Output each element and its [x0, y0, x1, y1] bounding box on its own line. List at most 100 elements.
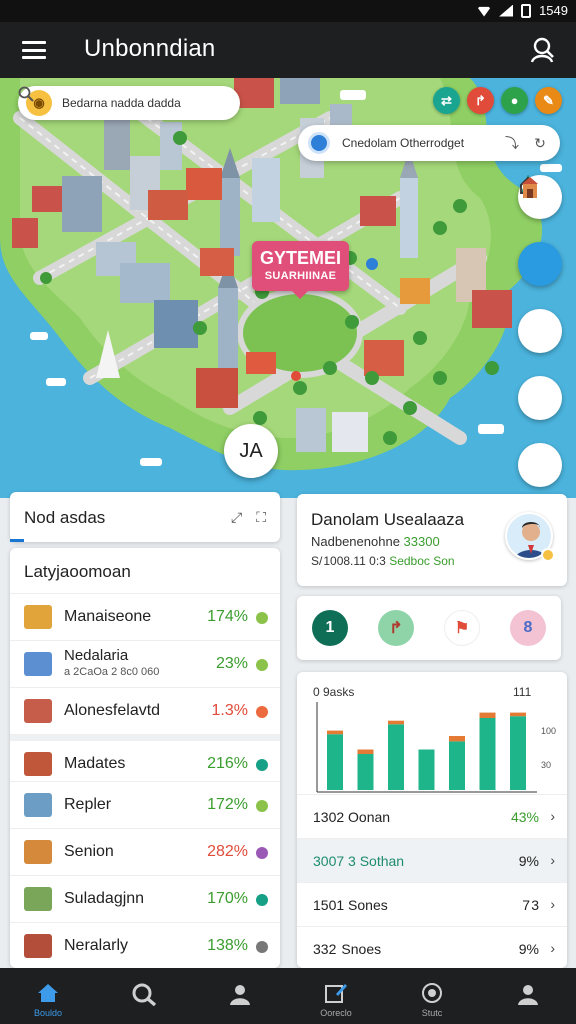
- fullscreen-icon[interactable]: ⛶: [256, 509, 266, 526]
- detail-line-3-value: Sedboc Son: [389, 554, 455, 568]
- map-view[interactable]: ◉ Bedarna nadda dadda ⇄ ↱ ● ✎ Cnedolam O…: [0, 78, 576, 498]
- status-dot: [256, 759, 268, 771]
- chart-bar: [479, 718, 496, 790]
- ruler-button[interactable]: [518, 175, 562, 353]
- info-icon[interactable]: 8: [510, 610, 546, 646]
- app-title: Unbonndian: [84, 35, 216, 62]
- list-item[interactable]: Nedalaria a 2CaOa 2 8c0 060 23%: [10, 641, 280, 688]
- zoom-level-badge[interactable]: JA: [224, 424, 278, 478]
- detail-card[interactable]: Danolam Usealaaza Nadbenenohne 33300 S/ …: [297, 494, 567, 586]
- list-item-percent: 170%: [207, 890, 248, 907]
- profile-search-icon[interactable]: [530, 36, 556, 64]
- directions-icon[interactable]: ⤵: [504, 135, 520, 151]
- nav-edit-label: Ooreclo: [320, 1008, 352, 1018]
- landmark-button[interactable]: [518, 177, 562, 487]
- stats-card: 0 9asks 111 100 30 1302 Oonan 43% › 3007 3 …: [297, 672, 567, 968]
- map-search-bar[interactable]: ◉ Bedarna nadda dadda: [18, 86, 240, 120]
- detail-line-2-value: 33300: [403, 534, 440, 549]
- list-item[interactable]: Alonesfelavtd 1.3%: [10, 688, 280, 735]
- status-dot: [256, 847, 268, 859]
- nav-home[interactable]: Bouldo: [0, 968, 96, 1024]
- list-item[interactable]: Senion 282%: [10, 829, 280, 876]
- location-text: Cnedolam Otherrodget: [342, 136, 465, 150]
- list-item-name: Suladagjnn: [64, 890, 145, 907]
- stat-label: 332 Snoes: [313, 941, 382, 957]
- swap-icon[interactable]: ⇄: [433, 87, 460, 114]
- route-icon[interactable]: ↱: [378, 610, 414, 646]
- list-item-percent: 23%: [215, 655, 248, 672]
- menu-icon[interactable]: [22, 41, 46, 59]
- stat-row[interactable]: 3007 3 Sothan 9% ›: [297, 838, 567, 882]
- detail-line-3-label: S/ 1008.11 0:3: [311, 554, 386, 568]
- stat-row[interactable]: 1302 Oonan 43% ›: [297, 794, 567, 838]
- refresh-icon[interactable]: ↻: [532, 135, 548, 151]
- nav-compass[interactable]: Stutc: [384, 968, 480, 1024]
- pin-icon[interactable]: ●: [501, 87, 528, 114]
- place-thumbnail: [24, 793, 52, 817]
- tab-title: Nod asdas: [24, 508, 106, 527]
- status-dot: [256, 941, 268, 953]
- route-icon[interactable]: ↱: [467, 87, 494, 114]
- verified-badge-icon: [541, 548, 555, 562]
- chevron-right-icon: ›: [550, 808, 555, 824]
- stat-row[interactable]: 332 Snoes 9% ›: [297, 926, 567, 968]
- status-dot: [256, 612, 268, 624]
- list-item-percent: 138%: [207, 937, 248, 954]
- chart-bar: [388, 724, 404, 790]
- place-thumbnail: [24, 887, 52, 911]
- layers-button[interactable]: [518, 176, 562, 286]
- battery-icon: [521, 3, 532, 18]
- expand-icon[interactable]: ⤢: [231, 509, 242, 526]
- place-thumbnail: [24, 605, 52, 629]
- place-thumbnail: [24, 652, 52, 676]
- chart-corner-value: 111: [513, 685, 532, 699]
- building-button[interactable]: [518, 176, 562, 420]
- list-item[interactable]: Neralarly 138%: [10, 923, 280, 968]
- number-one-icon[interactable]: 1: [312, 610, 348, 646]
- signal-icon: [499, 4, 514, 17]
- list-item[interactable]: Repler 172%: [10, 782, 280, 829]
- status-dot: [256, 800, 268, 812]
- map-highlight-label[interactable]: GYTEMEI SUARHIINAE: [252, 241, 349, 299]
- list-item[interactable]: Suladagjnn 170%: [10, 876, 280, 923]
- wifi-icon: [477, 6, 492, 17]
- chevron-right-icon: ›: [550, 896, 555, 912]
- chart-bar-cap: [357, 749, 374, 754]
- chart-bar-cap: [510, 712, 526, 717]
- list-item-subtext: a 2CaOa 2 8c0 060: [64, 666, 160, 678]
- nav-people[interactable]: [192, 968, 288, 1024]
- nav-account[interactable]: [480, 968, 576, 1024]
- nav-compass-label: Stutc: [421, 1008, 443, 1018]
- detail-title: Danolam Usealaaza: [311, 510, 465, 529]
- map-search-text: Bedarna nadda dadda: [62, 96, 181, 110]
- stat-value: 7 3: [522, 897, 539, 913]
- nav-home-label: Bouldo: [33, 1008, 63, 1018]
- list-item-percent: 1.3%: [211, 702, 248, 719]
- location-bar[interactable]: Cnedolam Otherrodget ⤵ ↻: [298, 125, 560, 161]
- app-root: 1549 Unbonndian ◉ Bedarna nadda dadda ⇄ …: [0, 0, 576, 1024]
- tab-header[interactable]: Nod asdas ⤢ ⛶: [10, 492, 280, 542]
- chart-bar-cap: [479, 712, 496, 718]
- status-dot: [256, 706, 268, 718]
- stat-value: 9%: [518, 941, 539, 957]
- my-location-icon: [308, 132, 330, 154]
- map-label-title: GYTEMEI: [259, 248, 341, 268]
- stat-label: 1302 Oonan: [313, 809, 391, 825]
- place-thumbnail: [24, 840, 52, 864]
- search-icon[interactable]: [18, 86, 34, 102]
- list-title: Latyjaoomoan: [10, 548, 280, 594]
- stat-row[interactable]: 1501 Sones 7 3 ›: [297, 882, 567, 926]
- account-icon: [518, 985, 538, 1005]
- nav-edit[interactable]: Ooreclo: [288, 968, 384, 1024]
- map-label-subtitle: SUARHIINAE: [264, 270, 337, 282]
- tools-icon[interactable]: ✎: [535, 87, 562, 114]
- chevron-right-icon: ›: [550, 852, 555, 868]
- status-bar: 1549: [0, 0, 576, 22]
- stat-label: 1501 Sones: [313, 897, 388, 913]
- list-item[interactable]: Madates 216%: [10, 735, 280, 782]
- nav-search[interactable]: [96, 968, 192, 1024]
- flag-icon[interactable]: ⚑: [444, 610, 480, 646]
- landmark-icon: [522, 177, 538, 198]
- list-item[interactable]: Manaiseone 174%: [10, 594, 280, 641]
- home-icon: [38, 984, 58, 1002]
